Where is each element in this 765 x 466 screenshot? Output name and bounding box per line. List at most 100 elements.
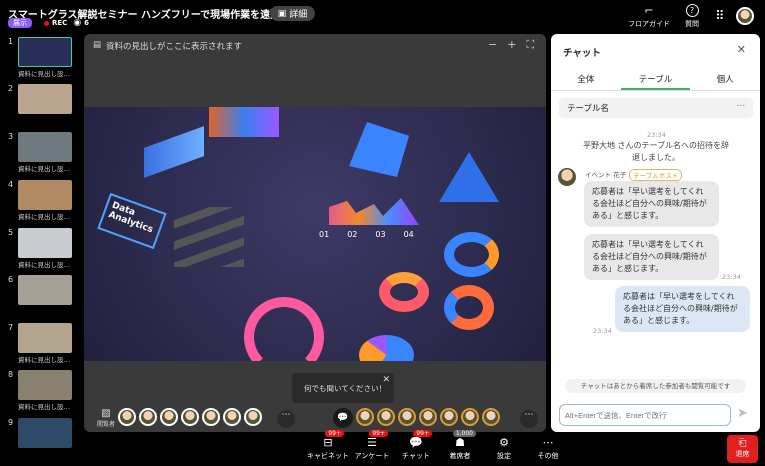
exit-icon: ⎗ (738, 438, 747, 449)
slide-caption: 資料に見出し設… (18, 261, 70, 269)
chat-notice: チャットはあとから着席した参加者も閲覧可能です (565, 379, 746, 393)
toolbar-inbox[interactable]: ⊟ キャビネット 99+ (306, 430, 350, 461)
count-badge: 99+ (369, 430, 388, 437)
slide-title: Data Analytics (97, 192, 167, 250)
chart-label: 02 (347, 230, 358, 239)
slide-shape (144, 126, 204, 178)
message-time: 23:34 (722, 273, 741, 281)
count-badge: 99+ (325, 430, 344, 437)
participant-avatar[interactable] (356, 408, 374, 426)
participant-avatar[interactable] (160, 408, 178, 426)
seats-icon: ☗ (455, 436, 465, 449)
participant-avatar[interactable] (244, 408, 262, 426)
participant-avatar[interactable] (377, 408, 395, 426)
slide-shape (439, 152, 499, 202)
help-icon: ? (685, 4, 699, 17)
participant-avatar[interactable] (440, 408, 458, 426)
host-badge: テーブルホスト (629, 169, 683, 181)
slide-number: 5 (8, 228, 14, 237)
system-time: 23:34 (647, 131, 666, 139)
table-name: テーブル名 (567, 104, 609, 114)
toolbar-survey[interactable]: ☰ アンケート 99+ (350, 430, 394, 461)
chart-labels: 01 02 03 04 (319, 230, 414, 239)
floor-guide-label: フロアガイド (628, 20, 670, 28)
fullscreen-icon[interactable]: ⛶ (526, 38, 534, 52)
slide-preview (18, 180, 72, 210)
leave-label: 退席 (735, 450, 750, 458)
message-time: 23:34 (593, 327, 612, 335)
status-badge: 展示 (8, 18, 32, 28)
count-badge: 1,000 (452, 430, 476, 437)
viewer-count: 6 (84, 19, 90, 27)
close-tooltip-icon[interactable]: ✕ (382, 375, 390, 385)
slide-caption: 資料に見出し設… (18, 356, 70, 364)
survey-icon: ☰ (367, 436, 377, 449)
tab-table[interactable]: テーブル (620, 69, 691, 90)
participant-avatar[interactable] (118, 408, 136, 426)
user-avatar[interactable] (736, 7, 754, 25)
participant-avatar[interactable] (419, 408, 437, 426)
more-icon[interactable]: ⋯ (737, 101, 746, 111)
slide-caption: 資料に見出し設… (18, 165, 70, 173)
tab-private[interactable]: 個人 (690, 69, 760, 90)
toolbar-seats[interactable]: ☗ 着席者 1,000 (438, 430, 482, 461)
slide-preview (18, 418, 72, 448)
rec-dot-icon (44, 20, 49, 26)
participant-avatar[interactable] (202, 408, 220, 426)
chat-panel: チャット ✕ 全体 テーブル 個人 テーブル名 ⋯ 23:34 平野大地 さんのテ… (551, 34, 760, 432)
send-icon[interactable]: ➤ (737, 406, 748, 421)
tooltip: 何でも聞いてください！ ✕ (292, 373, 394, 403)
rec-label: REC (52, 19, 68, 27)
stairs-icon: ⌐ (644, 4, 654, 17)
chat-icon: 💬 (409, 436, 423, 449)
detail-button[interactable]: ▣ 詳細 (270, 6, 315, 21)
toolbar-chat[interactable]: 💬 チャット 99+ (394, 430, 438, 461)
leave-button[interactable]: ⎗ 退席 (727, 435, 758, 463)
slide-arc (244, 297, 324, 361)
slide-pie (359, 335, 414, 361)
slide-preview (18, 228, 72, 258)
participant-avatar[interactable] (181, 408, 199, 426)
apps-grid-icon[interactable]: ⠿ (715, 9, 725, 24)
zoom-in-icon[interactable]: + (507, 38, 516, 52)
slide-number: 2 (8, 84, 14, 93)
toolbar-label: その他 (537, 452, 559, 460)
chart-label: 04 (403, 230, 414, 239)
tab-all[interactable]: 全体 (551, 69, 621, 90)
participant-avatar[interactable] (482, 408, 500, 426)
chat-bubble-icon[interactable]: 💬 (333, 408, 353, 428)
more-seated-button[interactable]: ⋯ (520, 410, 538, 428)
more-viewers-button[interactable]: ⋯ (277, 410, 295, 428)
zoom-out-icon[interactable]: − (488, 38, 497, 52)
slide-preview (18, 37, 72, 67)
viewer-button[interactable]: ▨ 閲覧者 (97, 408, 115, 428)
slide-caption: 資料に見出し設… (18, 70, 70, 78)
participant-avatar[interactable] (398, 408, 416, 426)
chart-label: 01 (319, 230, 330, 239)
document-icon: ▤ (93, 40, 102, 50)
slide-number: 8 (8, 370, 14, 379)
slide-number: 4 (8, 180, 14, 189)
chat-message: 応募者は「早い選考をしてくれる会社ほど自分への興味/期待がある」と感じます。 (584, 181, 719, 227)
participant-avatar[interactable] (461, 408, 479, 426)
participant-avatar[interactable] (223, 408, 241, 426)
sender-name: イベント 花子 (585, 171, 627, 179)
info-icon: ▣ (277, 8, 287, 19)
toolbar-label: 設定 (497, 452, 511, 460)
toolbar-more[interactable]: ⋯ その他 (526, 436, 570, 461)
slide-number: 1 (8, 37, 14, 46)
eye-icon: ◉ (73, 18, 82, 28)
count-badge: 99+ (413, 430, 432, 437)
gear-icon: ⚙ (499, 436, 509, 449)
toolbar-gear[interactable]: ⚙ 設定 (482, 436, 526, 461)
question-button[interactable]: ? 質問 (685, 4, 699, 29)
slide-preview (18, 275, 72, 305)
toolbar-label: チャット (402, 452, 430, 460)
stage-header: ▤ 資料の見出しがここに表示されます (93, 40, 242, 52)
toolbar-label: キャビネット (307, 452, 349, 460)
close-chat-icon[interactable]: ✕ (737, 43, 746, 56)
chat-input[interactable] (559, 404, 731, 426)
floor-guide-button[interactable]: ⌐ フロアガイド (628, 4, 670, 29)
seated-avatars (356, 408, 500, 426)
participant-avatar[interactable] (139, 408, 157, 426)
